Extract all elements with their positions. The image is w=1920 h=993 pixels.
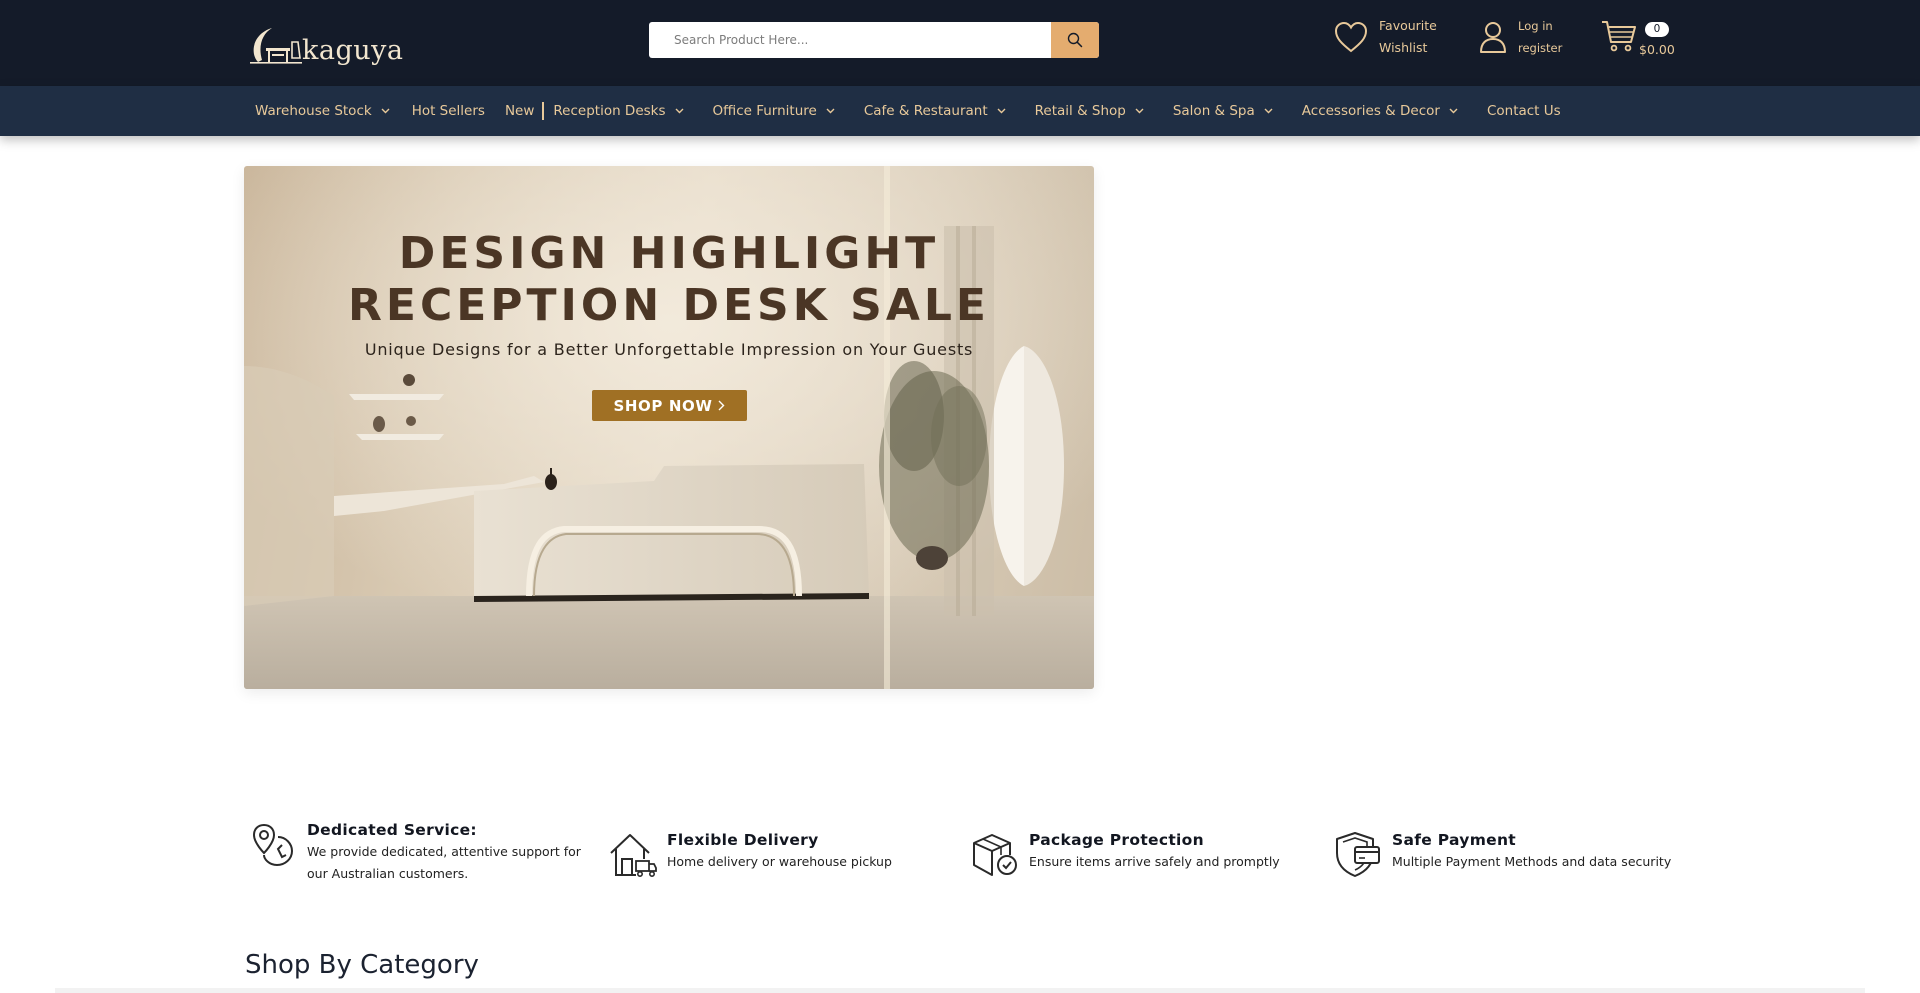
cart-icon xyxy=(1602,21,1636,52)
feature-dedicated-service: Dedicated Service: We provide dedicated,… xyxy=(248,819,587,885)
location-service-icon xyxy=(252,823,294,867)
chevron-down-icon xyxy=(826,108,835,114)
nav-reception-desks[interactable]: Reception Desks xyxy=(553,103,684,119)
shop-now-button[interactable]: SHOP NOW xyxy=(592,390,747,421)
feature-safe-payment: Safe Payment Multiple Payment Methods an… xyxy=(1333,829,1671,879)
nav-warehouse-stock[interactable]: Warehouse Stock xyxy=(255,103,390,119)
hero-title-line2: RECEPTION DESK SALE xyxy=(348,280,990,331)
login-link[interactable]: Log in xyxy=(1518,15,1562,37)
chevron-down-icon xyxy=(1449,108,1458,114)
feature-flexible-delivery: Flexible Delivery Home delivery or wareh… xyxy=(608,829,892,879)
feature-desc: Home delivery or warehouse pickup xyxy=(667,854,892,869)
search-bar xyxy=(649,22,1099,58)
heart-icon xyxy=(1334,21,1368,53)
hero-subtitle: Unique Designs for a Better Unforgettabl… xyxy=(364,340,974,359)
nav-cafe-restaurant[interactable]: Cafe & Restaurant xyxy=(864,103,1006,119)
nav-salon-spa[interactable]: Salon & Spa xyxy=(1173,103,1273,119)
nav-retail-shop[interactable]: Retail & Shop xyxy=(1035,103,1144,119)
wishlist-label-1: Favourite xyxy=(1379,18,1437,33)
search-input[interactable] xyxy=(649,22,1051,58)
top-header: kaguya Favourite Wishlist Log in registe… xyxy=(0,0,1920,86)
cart-total: $0.00 xyxy=(1639,42,1675,57)
chevron-right-icon xyxy=(718,400,725,411)
shop-now-label: SHOP NOW xyxy=(613,396,713,415)
register-link[interactable]: register xyxy=(1518,37,1562,59)
logo-desk-icon xyxy=(250,28,302,64)
chevron-down-icon xyxy=(1135,108,1144,114)
shield-card-icon xyxy=(1336,832,1380,877)
chevron-down-icon xyxy=(381,108,390,114)
hero-title-line1: DESIGN HIGHLIGHT xyxy=(398,228,940,279)
feature-title: Package Protection xyxy=(1029,831,1204,849)
section-title-shop-by-category: Shop By Category xyxy=(245,950,479,980)
wishlist-link[interactable]: Favourite Wishlist xyxy=(1333,15,1437,59)
package-check-icon xyxy=(973,834,1017,876)
nav-accessories-decor[interactable]: Accessories & Decor xyxy=(1302,103,1458,119)
feature-title: Safe Payment xyxy=(1392,831,1517,849)
search-icon xyxy=(1067,32,1083,48)
chevron-down-icon xyxy=(675,108,684,114)
feature-desc: We provide dedicated, attentive support … xyxy=(307,844,581,881)
search-button[interactable] xyxy=(1051,22,1099,58)
hero-banner[interactable]: DESIGN HIGHLIGHT RECEPTION DESK SALE Uni… xyxy=(244,166,1094,689)
cart-button[interactable]: 0 $0.00 xyxy=(1600,18,1680,62)
nav-divider xyxy=(542,102,545,120)
chevron-down-icon xyxy=(1264,108,1273,114)
home-delivery-icon xyxy=(610,834,657,877)
nav-office-furniture[interactable]: Office Furniture xyxy=(713,103,835,119)
feature-title: Dedicated Service: xyxy=(307,821,477,839)
feature-desc: Multiple Payment Methods and data securi… xyxy=(1392,854,1672,869)
feature-title: Flexible Delivery xyxy=(667,831,819,849)
logo[interactable]: kaguya xyxy=(248,20,403,64)
main-nav: Warehouse Stock Hot Sellers New Receptio… xyxy=(0,86,1920,136)
nav-contact-us[interactable]: Contact Us xyxy=(1487,103,1561,119)
feature-desc: Ensure items arrive safely and promptly xyxy=(1029,854,1280,869)
category-carousel-edge xyxy=(55,988,1865,993)
account-link[interactable]: Log in register xyxy=(1478,15,1562,59)
nav-hot-sellers[interactable]: Hot Sellers xyxy=(412,103,485,119)
user-icon xyxy=(1480,22,1506,53)
logo-text: kaguya xyxy=(302,35,404,66)
cart-count-badge: 0 xyxy=(1645,22,1669,37)
nav-new[interactable]: New xyxy=(505,103,534,119)
wishlist-label-2: Wishlist xyxy=(1379,40,1428,55)
chevron-down-icon xyxy=(997,108,1006,114)
feature-package-protection: Package Protection Ensure items arrive s… xyxy=(970,829,1280,879)
